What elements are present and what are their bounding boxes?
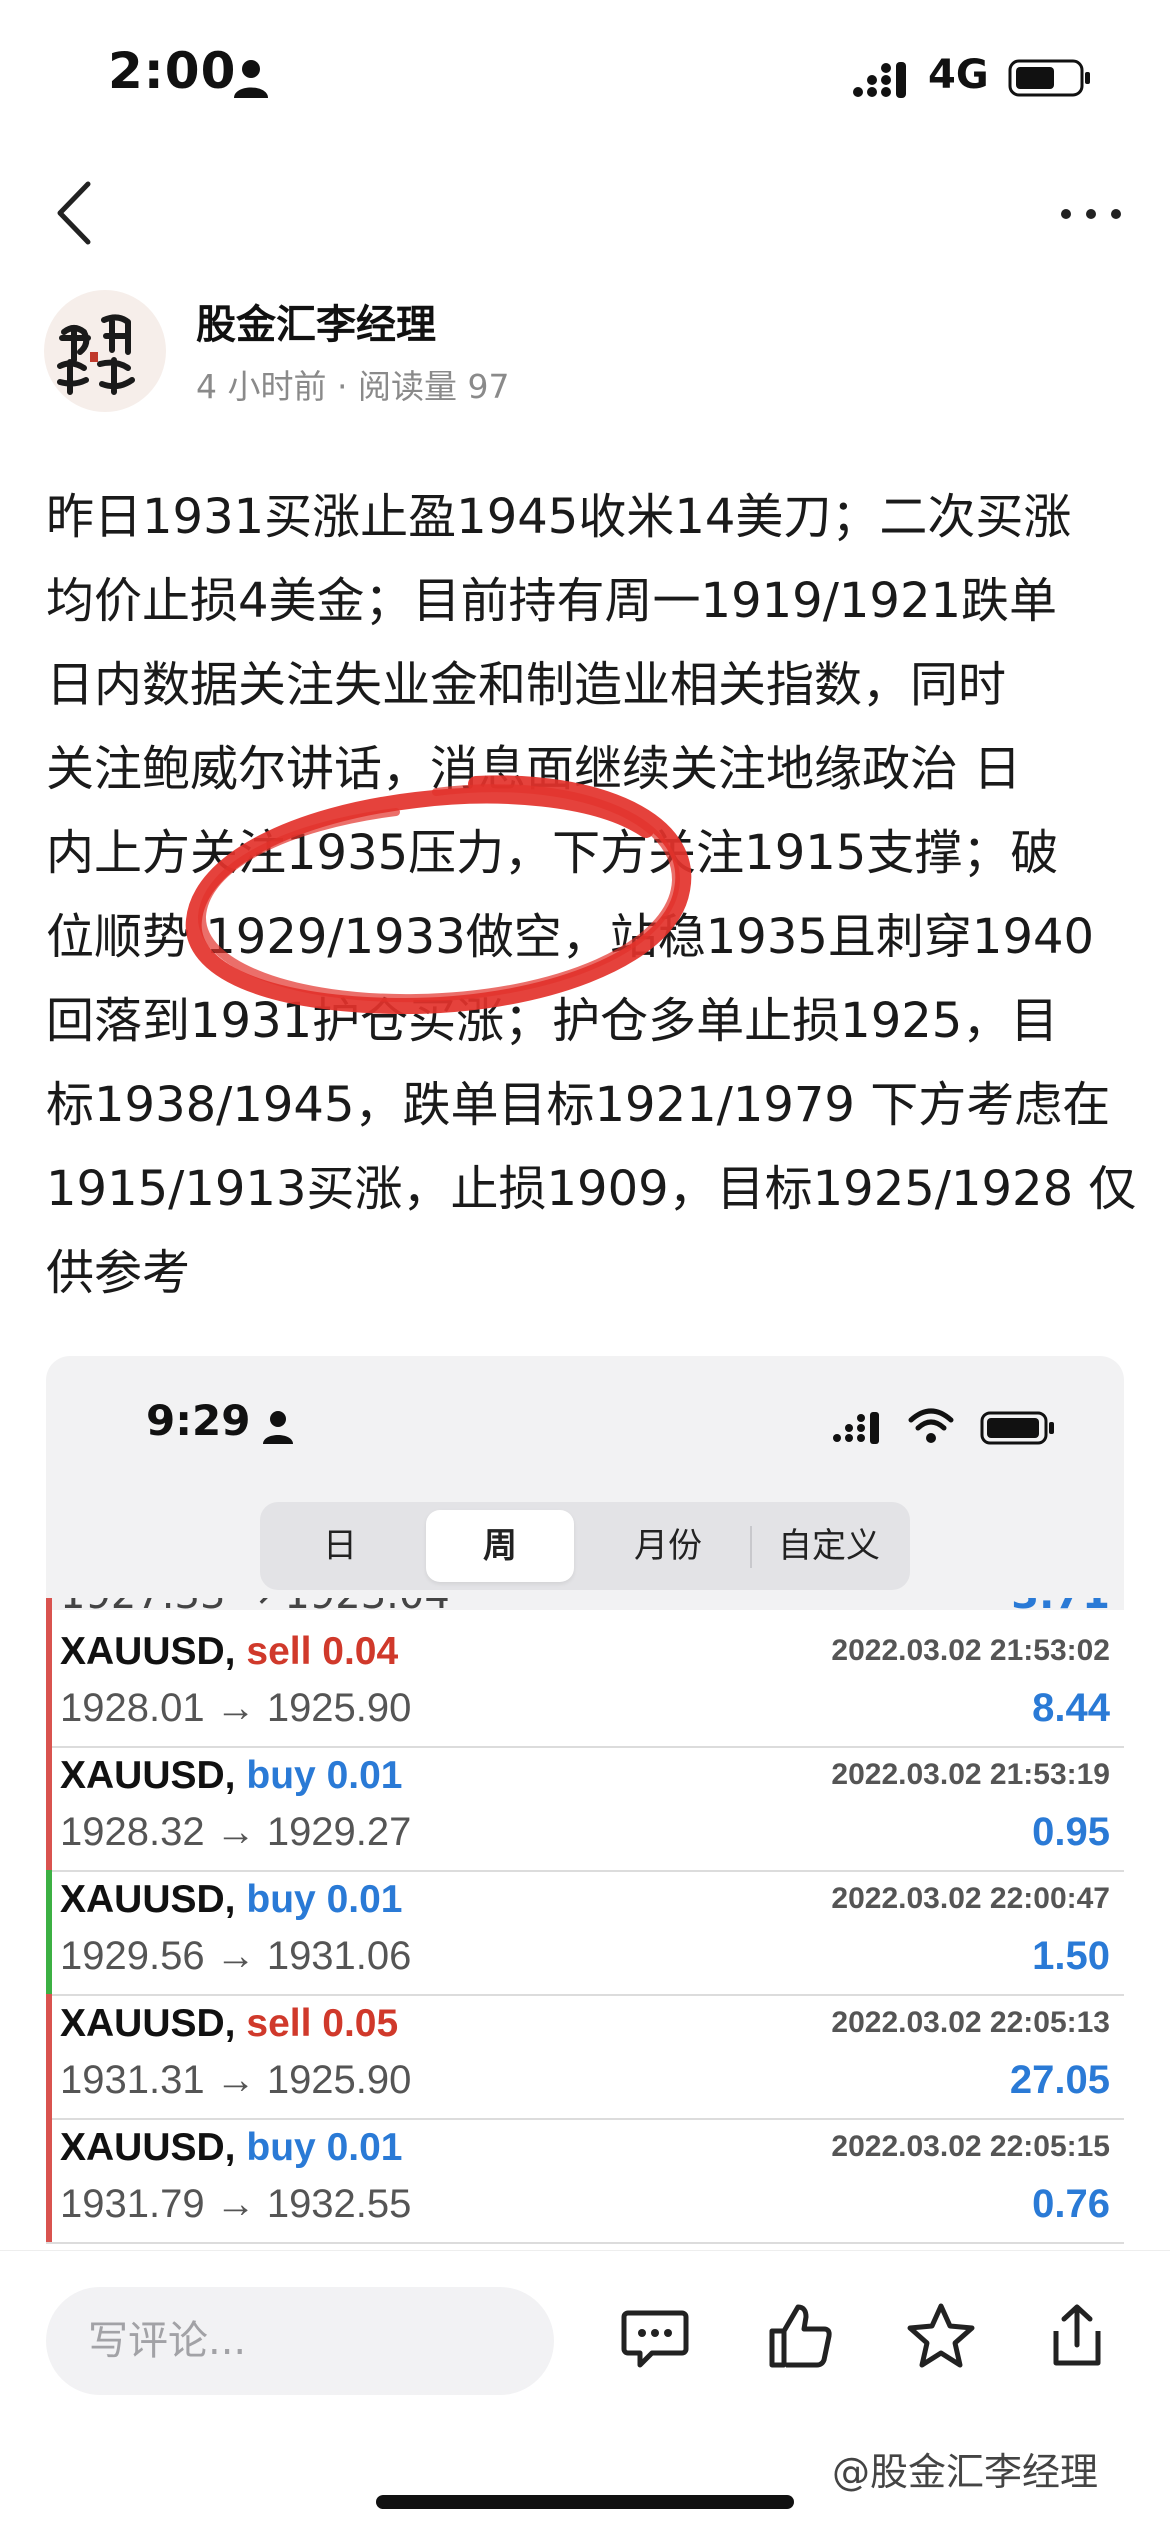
trade-symbol: XAUUSD, buy 0.01 [60,1878,402,1922]
post-line: 1915/1913买涨，止损1909，目标1925/1928 仅 [46,1161,1137,1217]
trade-lots: 0.01 [326,2126,403,2169]
embedded-status-time: 9:29 [146,1396,251,1445]
trade-lots: 0.04 [322,1630,399,1673]
trade-side: buy [246,1754,316,1797]
trade-profit: 0.76 [1032,2182,1110,2226]
trade-bar [46,1870,52,1994]
trade-bar [46,2118,52,2242]
post-line: 关注鲍威尔讲话，消息面继续关注地缘政治 日 [46,741,1022,797]
trade-prices: 1931.31 → 1925.90 [60,2058,412,2102]
trade-prices: 1929.56 → 1931.06 [60,1934,412,1978]
embedded-header: 9:29 日 周 月份 自定义 [46,1356,1124,1610]
trade-symbol: XAUUSD, sell 0.05 [60,2002,398,2046]
trade-side: sell [246,1630,312,1673]
trade-symbol-name: XAUUSD, [60,1878,236,1921]
trade-lots: 0.01 [326,1754,403,1797]
trade-side: buy [246,1878,316,1921]
tab-month[interactable]: 月份 [590,1510,746,1582]
status-time: 2:00 [108,42,237,100]
embedded-screenshot: 9:29 日 周 月份 自定义 XAUUSD, sell 0.04 1928.0… [46,1356,1124,2246]
trade-prices: 1931.79 → 1932.55 [60,2182,412,2226]
trade-lots: 0.01 [326,1878,403,1921]
trade-row[interactable]: XAUUSD, buy 0.01 1928.32 → 1929.27 2022.03… [46,1746,1124,1872]
status-bar: 2:00 4G [0,0,1170,150]
trade-profit: 27.05 [1009,2058,1110,2102]
home-indicator[interactable] [376,2495,794,2509]
partial-trade-row: 1927.33 → 1923.04 3.71 [46,1598,1124,1622]
trade-side: buy [246,2126,316,2169]
battery-icon [980,1411,1054,1445]
trade-lots: 0.05 [322,2002,399,2045]
post-line: 日内数据关注失业金和制造业相关指数，同时 [46,657,1007,713]
avatar[interactable] [44,290,166,412]
trade-bar [46,1994,52,2118]
trade-row[interactable]: XAUUSD, sell 0.05 1931.31 → 1925.90 2022.0… [46,1994,1124,2120]
more-icon[interactable] [1058,204,1124,224]
trade-side: sell [246,2002,312,2045]
tab-divider [750,1526,752,1568]
network-label: 4G [928,52,989,98]
trade-symbol-name: XAUUSD, [60,1754,236,1797]
trade-prices: 1928.01 → 1925.90 [60,1686,412,1730]
trade-row[interactable]: XAUUSD, sell 0.04 1928.01 → 1925.90 2022.0… [46,1622,1124,1748]
tab-custom[interactable]: 自定义 [754,1510,904,1582]
watermark: @股金汇李经理 [832,2450,1099,2494]
post-line: 标1938/1945，跌单目标1921/1979 下方考虑在 [46,1077,1111,1133]
back-icon[interactable] [50,178,100,248]
trade-prices: 1927.33 → 1923.04 [60,1598,450,1618]
post-line: 内上方关注1935压力，下方关注1915支撑；破 [46,825,1059,881]
trade-profit: 8.44 [1032,1686,1110,1730]
post-line: 位顺势 1929/1933做空，站稳1935且刺穿1940 [46,909,1095,965]
trade-bar [46,1622,52,1746]
share-icon[interactable] [1042,2301,1112,2371]
battery-icon [1008,59,1090,97]
trade-row[interactable]: XAUUSD, buy 0.01 1929.56 → 1931.06 2022.03… [46,1870,1124,1996]
trade-profit: 0.95 [1032,1810,1110,1854]
trade-row[interactable]: XAUUSD, buy 0.01 1931.79 → 1932.55 2022.03… [46,2118,1124,2244]
trade-symbol-name: XAUUSD, [60,1630,236,1673]
post-line: 供参考 [46,1245,191,1301]
post-body: 昨日1931买涨止盈1945收米14美刀；二次买涨 均价止损4美金；目前持有周一… [46,475,1137,1315]
person-icon [234,60,268,98]
tab-week[interactable]: 周 [426,1510,574,1582]
trade-prices: 1928.32 → 1929.27 [60,1810,412,1854]
person-icon [263,1411,293,1444]
author-name[interactable]: 股金汇李经理 [196,292,436,350]
tab-day[interactable]: 日 [268,1510,412,1582]
trade-time: 2022.03.02 22:05:13 [831,2006,1110,2039]
trade-symbol-name: XAUUSD, [60,2126,236,2169]
bottom-bar: 写评论... @股金汇李经理 [0,2250,1170,2533]
signal-icon [833,1412,879,1444]
trade-symbol: XAUUSD, buy 0.01 [60,2126,402,2170]
wifi-icon [908,1408,954,1443]
star-icon[interactable] [906,2301,976,2371]
signal-icon [853,62,906,98]
trade-time: 2022.03.02 22:05:15 [831,2130,1110,2163]
trade-symbol-name: XAUUSD, [60,2002,236,2045]
post-meta: 4 小时前 · 阅读量 97 [196,367,510,406]
trade-time: 2022.03.02 21:53:02 [831,1634,1110,1667]
trade-profit: 1.50 [1032,1934,1110,1978]
trade-bar [46,1598,52,1622]
trade-bar [46,1746,52,1870]
like-icon[interactable] [764,2301,834,2371]
trade-time: 2022.03.02 21:53:19 [831,1758,1110,1791]
period-segmented-control: 日 周 月份 自定义 [260,1502,910,1590]
trade-symbol: XAUUSD, buy 0.01 [60,1754,402,1798]
comment-input[interactable]: 写评论... [46,2287,554,2395]
trade-time: 2022.03.02 22:00:47 [831,1882,1110,1915]
comment-icon[interactable] [620,2301,690,2371]
trade-profit: 3.71 [1011,1598,1110,1618]
trade-symbol: XAUUSD, sell 0.04 [60,1630,398,1674]
post-line: 回落到1931护仓买涨；护仓多单止损1925，目 [46,993,1059,1049]
post-line: 均价止损4美金；目前持有周一1919/1921跌单 [46,573,1058,629]
post-line: 昨日1931买涨止盈1945收米14美刀；二次买涨 [46,489,1072,545]
